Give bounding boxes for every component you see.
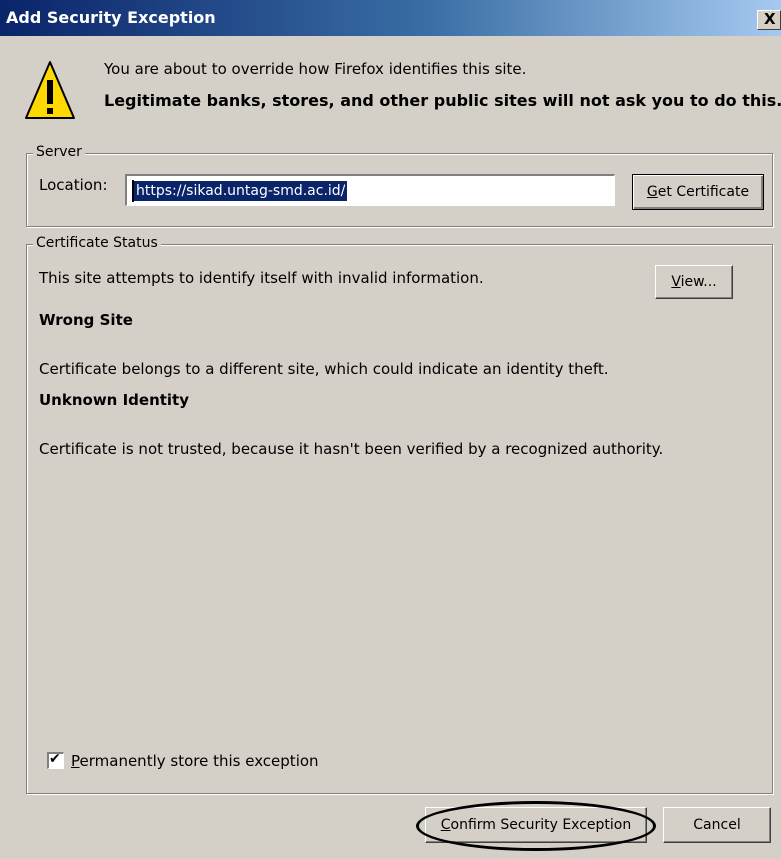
confirm-security-exception-button[interactable]: Confirm Security Exception (425, 807, 647, 843)
issue-title-wrong-site: Wrong Site (39, 311, 133, 329)
issue-description-wrong-site: Certificate belongs to a different site,… (39, 360, 609, 378)
location-input[interactable]: https://sikad.untag-smd.ac.id/ (125, 174, 615, 206)
issue-description-unknown-identity: Certificate is not trusted, because it h… (39, 440, 664, 458)
get-certificate-button[interactable]: Get Certificate (632, 174, 764, 210)
warning-icon (25, 61, 75, 119)
close-button[interactable]: X (757, 10, 781, 30)
intro-warning-text: Legitimate banks, stores, and other publ… (104, 91, 781, 110)
add-security-exception-dialog: Add Security Exception X You are about t… (0, 0, 781, 859)
status-summary: This site attempts to identify itself wi… (39, 269, 484, 287)
checkmark-icon: ✔ (49, 751, 61, 767)
close-icon: X (764, 10, 776, 28)
get-certificate-label: et Certificate (657, 184, 750, 200)
cancel-button[interactable]: Cancel (663, 807, 771, 843)
get-certificate-mnemonic: G (646, 184, 658, 200)
certificate-status-legend: Certificate Status (33, 235, 161, 251)
server-group: Server Location: https://sikad.untag-smd… (26, 144, 773, 227)
certificate-status-group: Certificate Status This site attempts to… (26, 235, 773, 794)
location-label: Location: (39, 176, 108, 194)
permanently-store-text: ermanently store this exception (79, 752, 319, 770)
permanently-store-checkbox[interactable]: ✔ (47, 751, 64, 769)
confirm-label: onfirm Security Exception (450, 817, 632, 833)
window-title: Add Security Exception (6, 8, 216, 27)
permanently-store-mnemonic: P (71, 752, 80, 770)
confirm-mnemonic: C (440, 817, 451, 833)
location-value: https://sikad.untag-smd.ac.id/ (134, 181, 348, 201)
intro-text: You are about to override how Firefox id… (104, 60, 527, 78)
server-legend: Server (33, 144, 85, 160)
permanently-store-label[interactable]: Permanently store this exception (71, 752, 319, 770)
title-bar[interactable]: Add Security Exception X (0, 0, 781, 36)
view-button[interactable]: View... (655, 265, 733, 299)
issue-title-unknown-identity: Unknown Identity (39, 391, 190, 409)
view-mnemonic: V (671, 274, 681, 290)
view-label: iew... (680, 274, 717, 290)
